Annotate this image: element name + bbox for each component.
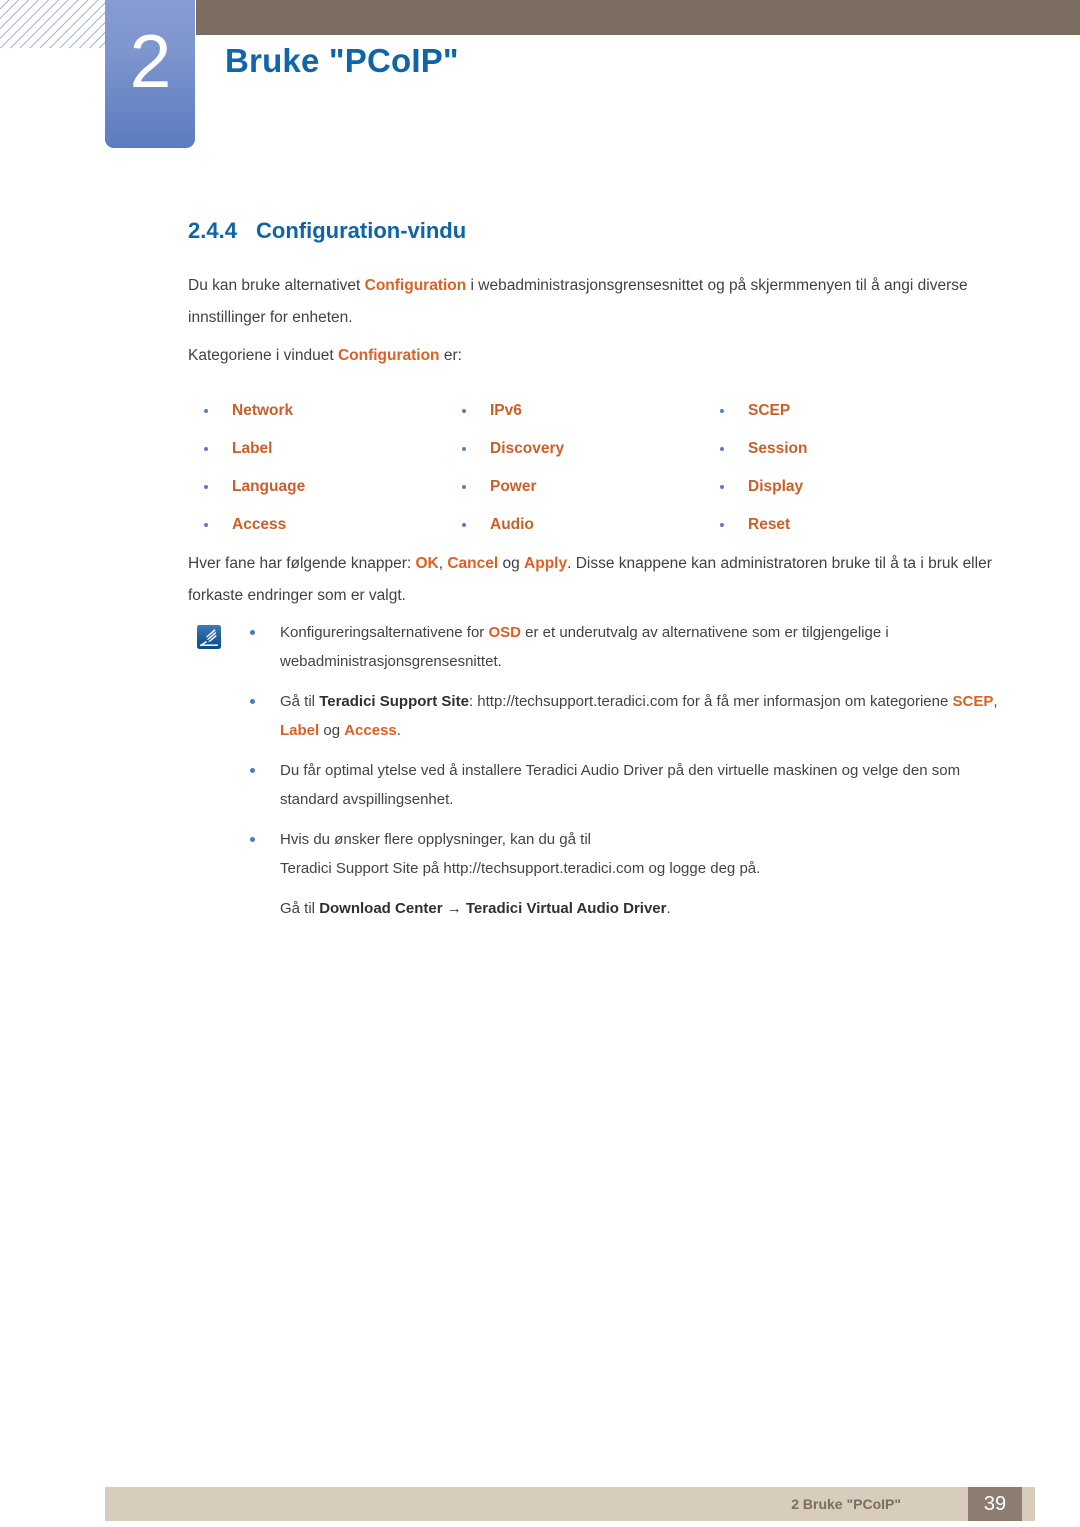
note-item-osd: Konfigureringsalternativene for OSD er e…: [240, 618, 1018, 676]
chapter-number: 2: [129, 19, 172, 103]
category-label: Network: [232, 402, 294, 419]
intro-term-configuration: Configuration: [364, 277, 467, 294]
header-brown-bar: [196, 0, 1080, 35]
category-row: Network IPv6 SCEP: [188, 392, 988, 430]
bullet-icon: [188, 447, 210, 451]
bullet-icon: [250, 768, 255, 773]
kat-text-2: er:: [439, 347, 462, 364]
note-sep-2: og: [319, 722, 345, 739]
page-header: 2 Bruke "PCoIP": [0, 0, 1080, 150]
category-row: Label Discovery Session: [188, 430, 988, 468]
note-term-osd: OSD: [488, 624, 521, 641]
bullet-icon: [704, 409, 726, 413]
category-row: Language Power Display: [188, 468, 988, 506]
category-item-discovery[interactable]: Discovery: [446, 440, 704, 458]
note-pen-icon: [196, 624, 222, 650]
chapter-title: Bruke "PCoIP": [225, 42, 459, 79]
closing-text-post: .: [666, 900, 671, 917]
category-label: Reset: [748, 516, 791, 533]
category-item-network[interactable]: Network: [188, 402, 446, 420]
closing-bold-download-center: Download Center: [319, 900, 443, 917]
note-block: Konfigureringsalternativene for OSD er e…: [188, 618, 1018, 923]
closing-text-pre: Gå til: [280, 900, 320, 917]
note-item-support-site: Gå til Teradici Support Site: http://tec…: [240, 687, 1018, 745]
intro-text-1: Du kan bruke alternativet: [188, 277, 365, 294]
btn-term-ok: OK: [415, 555, 439, 572]
category-item-label[interactable]: Label: [188, 440, 446, 458]
bullet-icon: [704, 447, 726, 451]
note-text-pre: Du får optimal ytelse ved å installere T…: [280, 762, 961, 808]
closing-bold-virtual-audio-driver: Teradici Virtual Audio Driver: [465, 900, 667, 917]
category-list: Network IPv6 SCEP Label Discovery Sessio…: [188, 392, 988, 544]
page-footer: 2 Bruke "PCoIP" 39: [105, 1487, 1035, 1521]
btn-term-apply: Apply: [524, 555, 568, 572]
intro-paragraph: Du kan bruke alternativet Configuration …: [188, 270, 1010, 334]
bullet-icon: [446, 447, 468, 451]
note-text-line-2: Teradici Support Site på http://techsupp…: [280, 860, 761, 877]
note-text-mid: : http://techsupport.teradici.com for å …: [468, 693, 953, 710]
section-number: 2.4.4: [188, 218, 237, 243]
btn-term-cancel: Cancel: [447, 555, 499, 572]
buttons-paragraph: Hver fane har følgende knapper: OK, Canc…: [188, 548, 1010, 612]
note-term-label: Label: [280, 722, 320, 739]
bullet-icon: [250, 699, 255, 704]
category-label: SCEP: [748, 402, 791, 419]
bullet-icon: [250, 837, 255, 842]
category-item-audio[interactable]: Audio: [446, 516, 704, 534]
note-text-pre: Gå til: [280, 693, 320, 710]
note-items: Konfigureringsalternativene for OSD er e…: [240, 618, 1018, 923]
arrow-icon: →: [442, 900, 466, 917]
note-item-audio-driver: Du får optimal ytelse ved å installere T…: [240, 756, 1018, 814]
footer-chapter-label: 2 Bruke "PCoIP": [791, 1496, 901, 1512]
bullet-icon: [446, 523, 468, 527]
category-item-language[interactable]: Language: [188, 478, 446, 496]
bullet-icon: [188, 409, 210, 413]
category-label: Language: [232, 478, 306, 495]
chapter-number-badge: 2: [105, 0, 195, 148]
category-label: Power: [490, 478, 537, 495]
bullet-icon: [704, 485, 726, 489]
category-label: IPv6: [490, 402, 522, 419]
note-bold-support-site: Teradici Support Site: [319, 693, 469, 710]
bullet-icon: [446, 485, 468, 489]
category-item-scep[interactable]: SCEP: [704, 402, 962, 420]
note-term-access: Access: [344, 722, 397, 739]
decorative-hatch-pattern: [0, 0, 110, 48]
btns-text-1: Hver fane har følgende knapper:: [188, 555, 416, 572]
btns-sep-2: og: [498, 555, 525, 572]
note-text-post: .: [396, 722, 401, 739]
bullet-icon: [446, 409, 468, 413]
category-label: Access: [232, 516, 287, 533]
category-item-display[interactable]: Display: [704, 478, 962, 496]
category-label: Display: [748, 478, 804, 495]
category-item-reset[interactable]: Reset: [704, 516, 962, 534]
bullet-icon: [250, 630, 255, 635]
page-number-box: 39: [968, 1487, 1022, 1521]
category-item-access[interactable]: Access: [188, 516, 446, 534]
category-item-ipv6[interactable]: IPv6: [446, 402, 704, 420]
category-item-session[interactable]: Session: [704, 440, 962, 458]
kat-term-configuration: Configuration: [337, 347, 440, 364]
note-item-more-info: Hvis du ønsker flere opplysninger, kan d…: [240, 825, 1018, 883]
category-label: Label: [232, 440, 273, 457]
note-text-pre: Konfigureringsalternativene for: [280, 624, 489, 641]
section-title: Configuration-vindu: [256, 218, 467, 243]
categories-lead-in: Kategoriene i vinduet Configuration er:: [188, 340, 1010, 372]
kat-text-1: Kategoriene i vinduet: [188, 347, 338, 364]
bullet-icon: [188, 523, 210, 527]
page-number: 39: [983, 1493, 1007, 1515]
note-sep-1: ,: [993, 693, 998, 710]
bullet-icon: [188, 485, 210, 489]
category-item-power[interactable]: Power: [446, 478, 704, 496]
category-row: Access Audio Reset: [188, 506, 988, 544]
section-heading: 2.4.4 Configuration-vindu: [188, 218, 466, 244]
note-closing-line: Gå til Download Center → Teradici Virtua…: [240, 894, 1018, 923]
note-text-line-1: Hvis du ønsker flere opplysninger, kan d…: [280, 831, 591, 848]
category-label: Discovery: [490, 440, 565, 457]
bullet-icon: [704, 523, 726, 527]
category-label: Session: [748, 440, 808, 457]
note-term-scep: SCEP: [952, 693, 994, 710]
category-label: Audio: [490, 516, 534, 533]
